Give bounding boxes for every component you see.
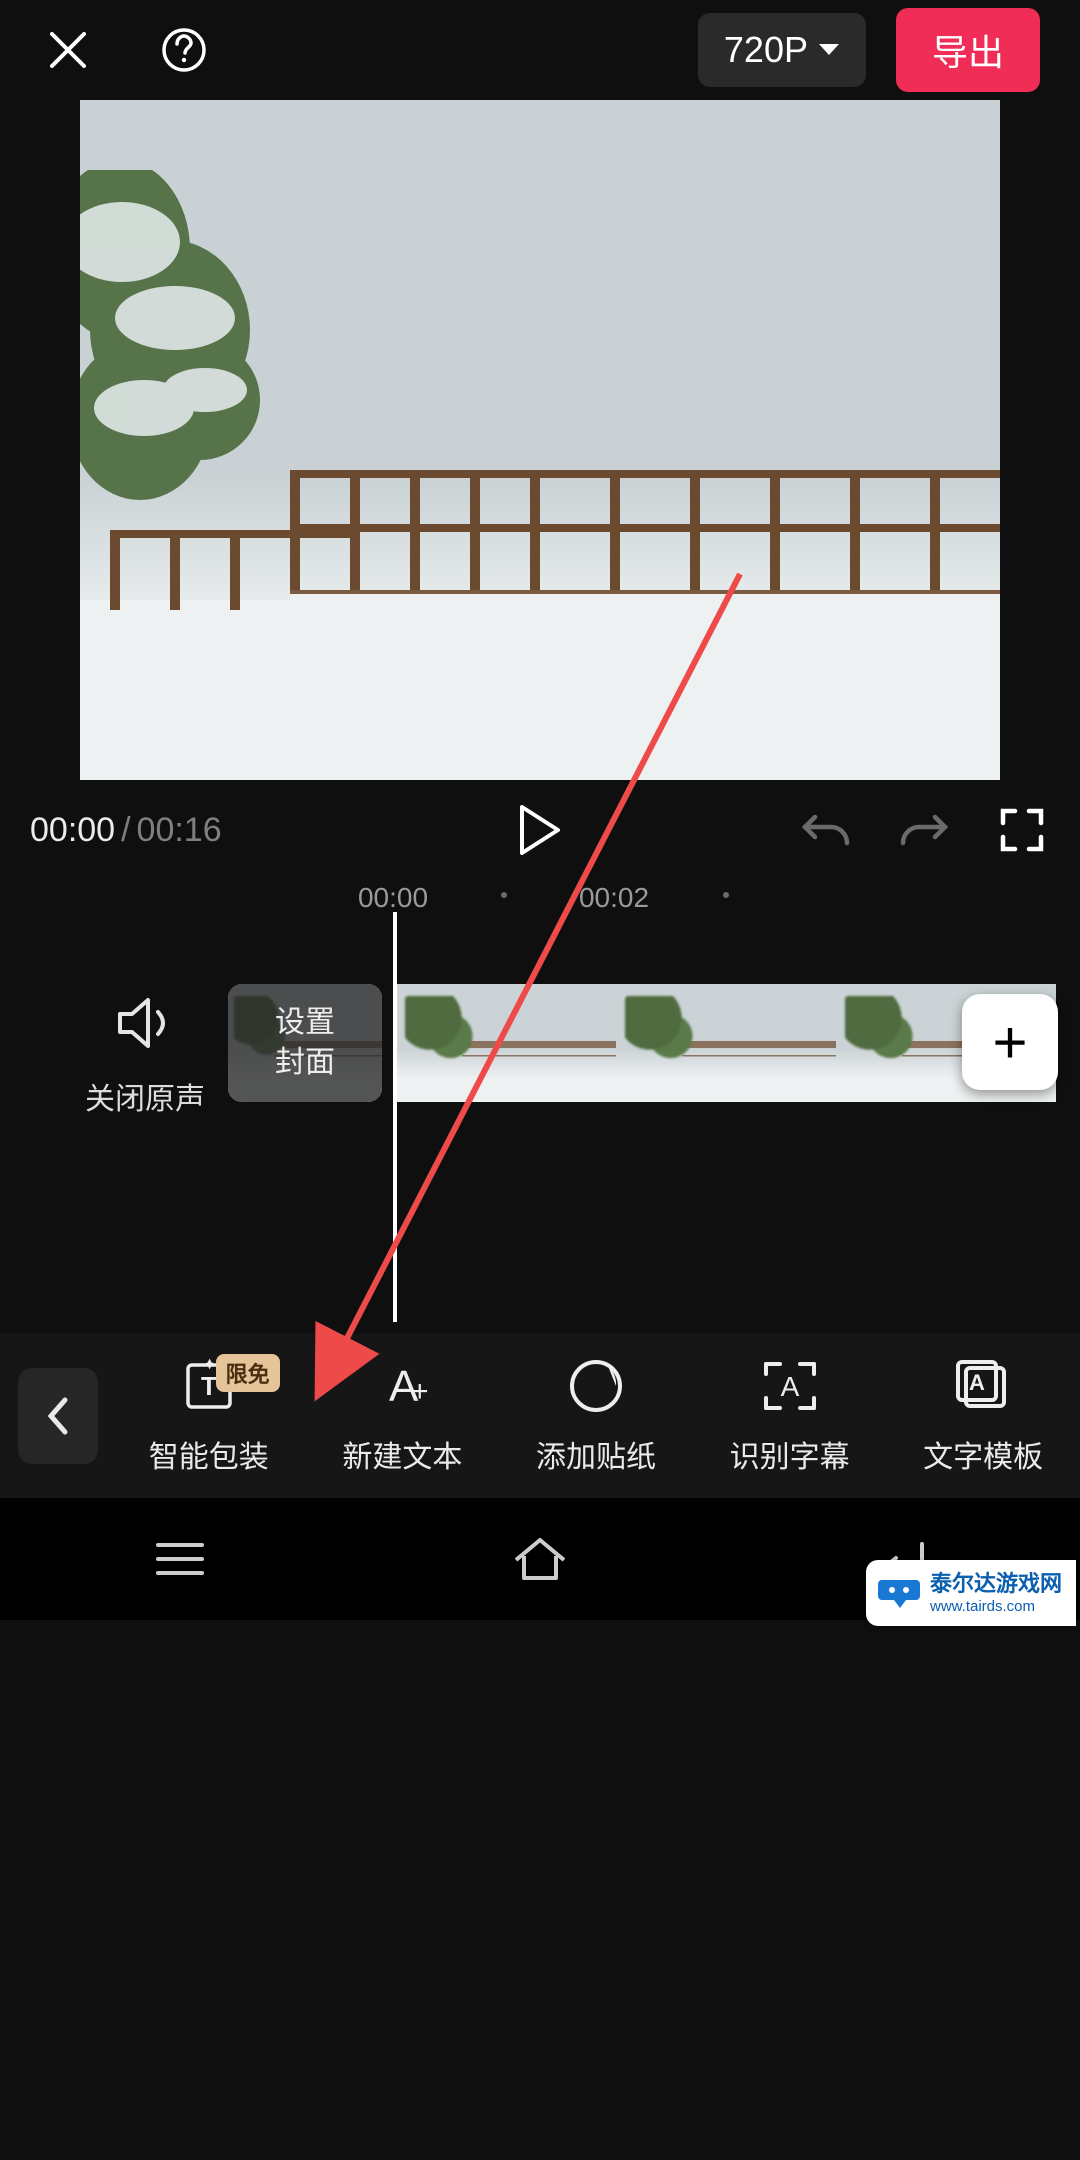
svg-text:A: A	[969, 1370, 985, 1395]
transport-right-controls	[798, 802, 1050, 858]
playhead[interactable]	[393, 912, 397, 1322]
nav-menu-button[interactable]	[120, 1529, 240, 1589]
nav-home-button[interactable]	[480, 1529, 600, 1589]
duration: 00:16	[137, 811, 222, 850]
mute-label: 关闭原声	[80, 1074, 210, 1118]
toolbar-back-button[interactable]	[18, 1368, 98, 1464]
time-separator: /	[121, 811, 130, 850]
preview-platform	[290, 470, 1000, 700]
tool-text-template[interactable]: A 文字模板	[886, 1356, 1080, 1476]
watermark: 泰尔达游戏网 www.tairds.com	[866, 1560, 1076, 1626]
timeline[interactable]: 关闭原声 设置 封面 +	[0, 940, 1080, 1320]
bottom-toolbar: 限免 T 智能包装 A+ 新建文本 添加贴纸 A	[0, 1334, 1080, 1498]
undo-icon	[801, 807, 851, 853]
play-button[interactable]	[512, 802, 568, 858]
tool-smart-pack[interactable]: 限免 T 智能包装	[112, 1356, 306, 1476]
preview-tree	[80, 170, 310, 590]
cover-label-line1: 设置	[275, 1006, 335, 1039]
sticker-icon	[568, 1358, 624, 1414]
speaker-icon	[112, 990, 178, 1056]
set-cover-button[interactable]: 设置 封面	[228, 984, 382, 1102]
plus-icon: +	[992, 1008, 1027, 1077]
redo-button[interactable]	[896, 802, 952, 858]
svg-text:T: T	[201, 1371, 217, 1401]
tool-new-text[interactable]: A+ 新建文本	[306, 1356, 500, 1476]
ruler-tick: 00:00	[358, 882, 428, 914]
tool-label: 识别字幕	[730, 1432, 850, 1476]
fullscreen-icon	[999, 807, 1045, 853]
preview-area	[0, 100, 1080, 780]
tool-add-sticker[interactable]: 添加贴纸	[499, 1356, 693, 1476]
subtitle-icon: A	[760, 1358, 820, 1414]
watermark-url: www.tairds.com	[930, 1599, 1062, 1614]
help-icon	[160, 26, 208, 74]
chevron-left-icon	[45, 1396, 71, 1436]
tool-label: 添加贴纸	[536, 1432, 656, 1476]
chevron-down-icon	[818, 43, 840, 57]
current-time: 00:00	[30, 811, 115, 850]
clip-frame[interactable]	[396, 984, 616, 1102]
time-readout: 00:00 / 00:16	[30, 811, 222, 850]
watermark-title: 泰尔达游戏网	[930, 1573, 1062, 1595]
timeline-ruler[interactable]: 00:00 00:02	[0, 870, 1080, 930]
video-editor-root: 720P 导出	[0, 0, 1080, 2160]
play-icon	[518, 805, 562, 855]
undo-button[interactable]	[798, 802, 854, 858]
ruler-dot	[723, 892, 729, 898]
top-bar: 720P 导出	[0, 0, 1080, 100]
ruler-dot	[501, 892, 507, 898]
text-template-icon: A	[952, 1358, 1014, 1414]
mute-toggle[interactable]: 关闭原声	[80, 990, 210, 1118]
close-icon	[46, 28, 90, 72]
transport-bar: 00:00 / 00:16	[0, 790, 1080, 870]
tool-subtitle[interactable]: A 识别字幕	[693, 1356, 887, 1476]
export-button[interactable]: 导出	[896, 8, 1040, 92]
svg-text:A: A	[780, 1371, 799, 1402]
watermark-logo-icon	[876, 1570, 922, 1616]
tool-row: 限免 T 智能包装 A+ 新建文本 添加贴纸 A	[112, 1356, 1080, 1476]
menu-icon	[154, 1539, 206, 1579]
redo-icon	[899, 807, 949, 853]
ruler-tick: 00:02	[579, 882, 649, 914]
export-label: 导出	[932, 32, 1004, 73]
clip-frame[interactable]	[616, 984, 836, 1102]
fullscreen-button[interactable]	[994, 802, 1050, 858]
tool-label: 智能包装	[149, 1432, 269, 1476]
resolution-label: 720P	[724, 29, 808, 71]
add-clip-button[interactable]: +	[962, 994, 1058, 1090]
home-icon	[512, 1536, 568, 1582]
resolution-button[interactable]: 720P	[698, 13, 866, 87]
top-left-group	[40, 22, 212, 78]
badge-free: 限免	[216, 1354, 280, 1392]
top-right-group: 720P 导出	[698, 8, 1040, 92]
help-button[interactable]	[156, 22, 212, 78]
tool-label: 新建文本	[342, 1432, 462, 1476]
tool-label: 文字模板	[923, 1432, 1043, 1476]
svg-text:+: +	[411, 1375, 429, 1408]
video-preview[interactable]	[80, 100, 1000, 780]
cover-label-line2: 封面	[275, 1046, 335, 1079]
new-text-icon: A+	[369, 1357, 435, 1415]
close-button[interactable]	[40, 22, 96, 78]
